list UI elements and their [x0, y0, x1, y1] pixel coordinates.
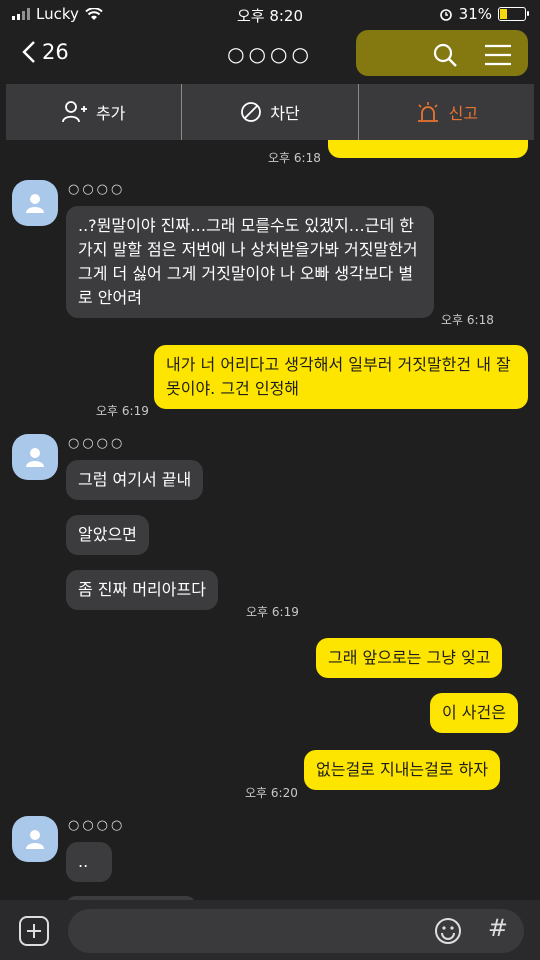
report-button[interactable]: 신고	[359, 84, 534, 140]
battery-fill	[500, 9, 507, 19]
avatar[interactable]	[12, 180, 58, 226]
battery-percent: 31%	[458, 5, 492, 23]
siren-icon	[417, 102, 438, 122]
block-icon	[241, 102, 262, 122]
attach-button[interactable]	[18, 915, 50, 951]
person-icon	[26, 194, 44, 213]
status-bar: Lucky 오후 8:20 31%	[0, 0, 540, 30]
hash-icon: #	[487, 914, 508, 942]
chat-header: 26 ○○○○	[0, 30, 540, 82]
report-label: 신고	[448, 104, 479, 123]
sender-name: ○○○○	[68, 182, 126, 197]
battery-icon	[498, 7, 529, 21]
message-timestamp: 오후 6:19	[246, 605, 299, 619]
avatar[interactable]	[12, 816, 58, 862]
person-icon	[26, 830, 44, 849]
message-bubble[interactable]: 알았으면	[66, 515, 149, 555]
chat-title: ○○○○	[227, 42, 313, 66]
avatar[interactable]	[12, 434, 58, 480]
message-timestamp: 오후 6:18	[441, 313, 494, 327]
message-bubble[interactable]: 없는걸로 지내는걸로 하자	[304, 750, 501, 790]
message-timestamp: 오후 6:18	[268, 151, 321, 165]
status-right: 31%	[439, 5, 529, 23]
person-icon	[26, 448, 44, 467]
add-friend-label: 추가	[95, 104, 126, 123]
message-bubble[interactable]: 이 사건은	[430, 693, 518, 733]
menu-button[interactable]	[484, 44, 512, 70]
sender-name: ○○○○	[68, 436, 126, 451]
message-timestamp: 오후 6:19	[96, 404, 149, 418]
message-bubble[interactable]: 좀 진짜 머리아프다	[66, 570, 218, 610]
alarm-icon	[439, 9, 452, 21]
message-bubble[interactable]: 그럼 여기서 끝내	[66, 460, 204, 500]
hash-button[interactable]: #	[488, 914, 508, 942]
emoji-button[interactable]	[434, 917, 462, 949]
search-button[interactable]	[432, 42, 458, 72]
stranger-action-bar: 추가 차단 신고	[6, 84, 534, 140]
sender-name: ○○○○	[68, 818, 126, 833]
search-icon	[433, 43, 457, 67]
message-bubble[interactable]: 그래 앞으로는 그냥 잊고	[316, 638, 503, 678]
partial-sent-bubble	[328, 140, 528, 158]
plus-square-icon	[19, 916, 49, 946]
message-timestamp: 오후 6:20	[245, 786, 298, 800]
message-bubble[interactable]: ..	[66, 842, 112, 882]
input-bar: #	[0, 900, 540, 960]
emoji-icon	[435, 918, 461, 944]
message-bubble[interactable]: 내가 너 어리다고 생각해서 일부러 거짓말한건 내 잘못이야. 그건 인정해	[154, 345, 528, 409]
message-bubble[interactable]: ..?뭔말이야 진짜…그래 모를수도 있겠지…근데 한가지 말할 점은 저번에 …	[66, 206, 434, 318]
chat-area[interactable]: 오후 6:18 ○○○○ ..?뭔말이야 진짜…그래 모를수도 있겠지…근데 한…	[0, 140, 540, 900]
add-friend-button[interactable]: 추가	[6, 84, 183, 140]
hamburger-icon	[485, 44, 511, 66]
block-button[interactable]: 차단	[182, 84, 359, 140]
add-person-icon	[62, 101, 87, 123]
block-label: 차단	[270, 104, 300, 123]
